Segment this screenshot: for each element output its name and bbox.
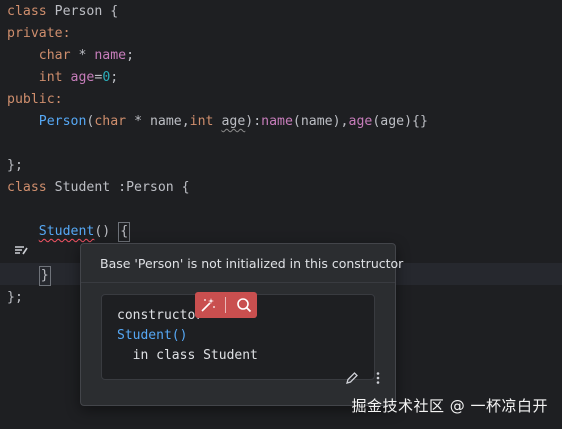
- intention-icon[interactable]: [14, 243, 28, 257]
- type-keyword: char: [94, 114, 127, 129]
- badge-separator: [225, 297, 227, 313]
- constructor-name: Person: [38, 114, 87, 129]
- init-field: name: [261, 114, 293, 129]
- keyword: class: [7, 180, 47, 195]
- keyword: class: [7, 4, 47, 19]
- init-field: age: [348, 114, 373, 129]
- field-name: name: [94, 48, 127, 63]
- parens: (): [94, 224, 111, 239]
- code-line-14[interactable]: };: [7, 287, 23, 309]
- error-message: Base 'Person' is not initialized in this…: [100, 256, 404, 271]
- error-popup[interactable]: Base 'Person' is not initialized in this…: [80, 243, 403, 406]
- access-specifier: public:: [7, 92, 63, 107]
- code-editor[interactable]: class Person { private: char * name; int…: [0, 0, 562, 429]
- closing-brace: };: [7, 158, 23, 173]
- code-line-3[interactable]: char * name;: [7, 45, 134, 67]
- code-line-1[interactable]: class Person {: [7, 1, 118, 23]
- pencil-icon[interactable]: [345, 371, 359, 389]
- param-text: * name,: [126, 114, 190, 129]
- popup-toolbar: [345, 371, 381, 389]
- popup-divider: [81, 282, 395, 283]
- operator: *: [70, 48, 95, 63]
- field-name: age: [62, 70, 95, 85]
- code-line-4[interactable]: int age=0;: [7, 67, 118, 89]
- search-icon[interactable]: [236, 297, 252, 313]
- matched-brace: }: [38, 266, 51, 286]
- access-specifier: private:: [7, 26, 71, 41]
- code-line-11[interactable]: Student() {: [7, 221, 131, 243]
- type-keyword: int: [38, 70, 63, 85]
- class-name: Person {: [46, 4, 119, 19]
- watermark: 掘金技术社区 @ 一杯凉白开: [351, 397, 548, 415]
- type-keyword: char: [38, 48, 71, 63]
- doc-name: Student(): [117, 328, 188, 343]
- semicolon: ;: [110, 70, 119, 85]
- constructor-name-error: Student: [38, 224, 95, 239]
- ai-wand-icon[interactable]: [200, 297, 216, 313]
- doc-kind: constructor: [117, 308, 204, 323]
- semicolon: ;: [126, 48, 135, 63]
- more-vertical-icon[interactable]: [375, 371, 381, 389]
- ai-actions-badge[interactable]: [195, 292, 257, 318]
- matched-brace: {: [118, 222, 131, 242]
- code-line-9[interactable]: class Student :Person {: [7, 177, 190, 199]
- param-age: age: [221, 114, 246, 129]
- init-arg: (name),: [292, 114, 349, 129]
- init-arg: (age){}: [372, 114, 428, 129]
- code-line-13[interactable]: }: [7, 265, 51, 287]
- class-declaration: Student :Person {: [46, 180, 190, 195]
- code-line-2[interactable]: private:: [7, 23, 71, 45]
- paren: ):: [245, 114, 262, 129]
- closing-brace: };: [7, 290, 23, 305]
- code-line-6[interactable]: Person(char * name,int age):name(name),a…: [7, 111, 428, 133]
- doc-class: in class Student: [117, 348, 258, 363]
- type-keyword: int: [189, 114, 214, 129]
- code-line-8[interactable]: };: [7, 155, 23, 177]
- code-line-5[interactable]: public:: [7, 89, 63, 111]
